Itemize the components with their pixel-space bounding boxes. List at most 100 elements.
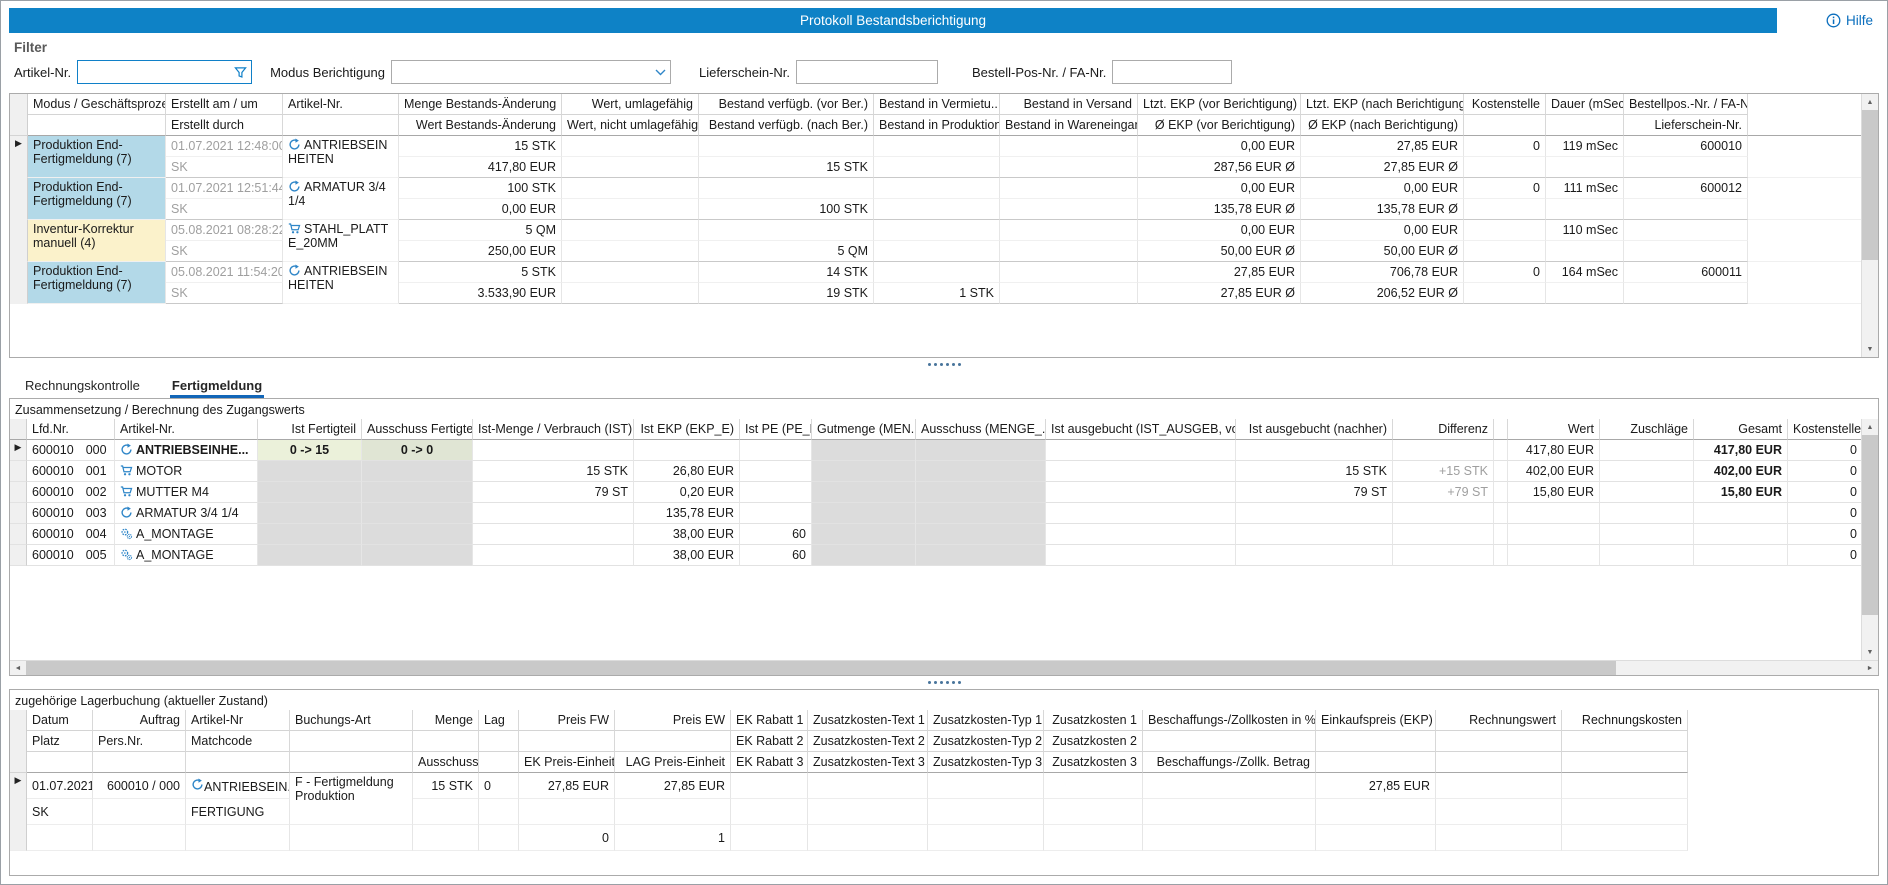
cell-ist-ekp[interactable] [634,440,740,461]
cell[interactable] [928,773,1044,799]
column-header[interactable]: Bestand in Versand [1000,94,1138,115]
cell-ausgebucht-nach[interactable] [1236,440,1393,461]
value-cell[interactable]: 50,00 EUR Ø [1301,241,1464,262]
modus-cell[interactable]: Produktion End-Fertigmeldung (7) [28,178,166,220]
modus-berichtigung-select[interactable] [391,60,671,84]
column-header[interactable]: Beschaffungs-/Zollk. Betrag [1143,752,1316,773]
value-cell[interactable] [1464,220,1546,241]
column-header[interactable]: EK Preis-Einheit [519,752,615,773]
column-header[interactable]: Zusatzkosten-Typ 1 [928,710,1044,731]
column-header[interactable] [1143,731,1316,752]
column-header[interactable] [479,752,519,773]
cell-ausschuss-menge[interactable] [916,440,1046,461]
cell-differenz[interactable] [1393,440,1494,461]
row-selector[interactable] [10,545,27,566]
column-header[interactable]: Preis FW [519,710,615,731]
lfd-nr-cell[interactable]: 600010004 [27,524,115,545]
cell-ausschuss-fertigteil[interactable]: 0 -> 0 [362,440,473,461]
value-cell[interactable]: 135,78 EUR Ø [1301,199,1464,220]
cell-ausgebucht-nach[interactable] [1236,503,1393,524]
value-cell[interactable]: 5 QM [699,241,874,262]
scroll-right-button[interactable]: ► [1862,661,1878,675]
column-header[interactable]: Buchungs-Art [290,710,413,731]
cell-ist-pe[interactable] [740,482,812,503]
column-header[interactable] [290,731,413,752]
column-header[interactable]: Ausschuss (MENGE_... [916,419,1046,440]
lfd-nr-cell[interactable]: 600010001 [27,461,115,482]
value-cell[interactable] [1624,241,1748,262]
column-header[interactable]: Beschaffungs-/Zollkosten in % [1143,710,1316,731]
cell-gutmenge[interactable] [812,461,916,482]
cell[interactable] [1143,825,1316,851]
row-selector[interactable] [10,220,28,262]
value-cell[interactable]: 600011 [1624,262,1748,283]
cell[interactable] [808,825,928,851]
cell-kostenstelle[interactable]: 0 [1788,545,1861,566]
column-header[interactable]: Ist EKP (EKP_E) [634,419,740,440]
column-header[interactable]: Bestand in Produktion [874,115,1000,136]
created-by-cell[interactable]: SK [166,157,283,178]
cell-ist-pe[interactable] [740,440,812,461]
cell-gutmenge[interactable] [812,545,916,566]
cell-gutmenge[interactable] [812,503,916,524]
cell-ist-menge[interactable] [473,524,634,545]
horizontal-splitter[interactable] [9,358,1879,371]
cell-ausgebucht-vor[interactable] [1046,440,1236,461]
cell[interactable] [1436,773,1562,799]
cell-ist-fertigteil[interactable] [258,524,362,545]
column-header[interactable] [615,731,731,752]
cell[interactable]: 27,85 EUR [615,773,731,799]
cell[interactable] [808,799,928,825]
value-cell[interactable] [1000,241,1138,262]
cell-ausgebucht-nach[interactable]: 15 STK [1236,461,1393,482]
value-cell[interactable]: 250,00 EUR [399,241,562,262]
column-header[interactable]: Lag [479,710,519,731]
value-cell[interactable]: 27,85 EUR [1138,262,1301,283]
scrollbar-thumb[interactable] [26,661,1616,675]
column-header[interactable]: Rechnungskosten [1562,710,1688,731]
cell[interactable] [1044,773,1143,799]
column-header[interactable] [1546,115,1624,136]
column-header[interactable]: Kostenstelle [1788,419,1861,440]
value-cell[interactable]: 600010 [1624,136,1748,157]
value-cell[interactable]: 27,85 EUR Ø [1301,157,1464,178]
column-header[interactable]: Ist-Menge / Verbrauch (IST) [473,419,634,440]
column-header[interactable]: Ist PE (PE_E) [740,419,812,440]
scroll-down-button[interactable]: ▼ [1862,644,1878,660]
cell[interactable] [928,799,1044,825]
cell[interactable] [1562,773,1688,799]
column-header[interactable]: Menge [413,710,479,731]
value-cell[interactable]: 14 STK [699,262,874,283]
help-button[interactable]: Hilfe [1826,13,1879,28]
column-header[interactable]: EK Rabatt 1 [731,710,808,731]
value-cell[interactable] [1464,241,1546,262]
cell-differenz[interactable] [1393,545,1494,566]
cell-ist-ekp[interactable]: 38,00 EUR [634,524,740,545]
cell-zuschlaege[interactable] [1600,503,1694,524]
lieferschein-nr-input[interactable] [796,60,938,84]
cell-ausgebucht-vor[interactable] [1046,461,1236,482]
buchungs-art-cell[interactable]: F - Fertigmeldung Produktion [290,773,413,825]
column-header[interactable]: Zuschläge [1600,419,1694,440]
cell-ist-ekp[interactable]: 135,78 EUR [634,503,740,524]
cell-ausschuss-menge[interactable] [916,545,1046,566]
value-cell[interactable] [562,178,699,199]
column-header[interactable] [93,752,186,773]
article-cell[interactable]: ANTRIEBSEINHEITEN [283,262,399,304]
cell-ausschuss-menge[interactable] [916,524,1046,545]
filter-funnel-icon[interactable] [234,66,247,79]
row-selector[interactable] [10,178,28,220]
scrollbar-track[interactable] [1862,260,1878,341]
column-header[interactable]: Ø EKP (vor Berichtigung) [1138,115,1301,136]
article-cell[interactable]: MOTOR [115,461,258,482]
cell-kostenstelle[interactable]: 0 [1788,461,1861,482]
column-header[interactable] [1316,731,1436,752]
row-selector[interactable] [10,503,27,524]
column-header[interactable]: Bestand verfügb. (vor Ber.) [699,94,874,115]
cell-zuschlaege[interactable] [1600,524,1694,545]
column-header[interactable]: Ltzt. EKP (nach Berichtigung) [1301,94,1464,115]
cell-ausgebucht-vor[interactable] [1046,545,1236,566]
cell-ausgebucht-vor[interactable] [1046,524,1236,545]
value-cell[interactable]: 417,80 EUR [399,157,562,178]
column-header[interactable]: Kostenstelle [1464,94,1546,115]
